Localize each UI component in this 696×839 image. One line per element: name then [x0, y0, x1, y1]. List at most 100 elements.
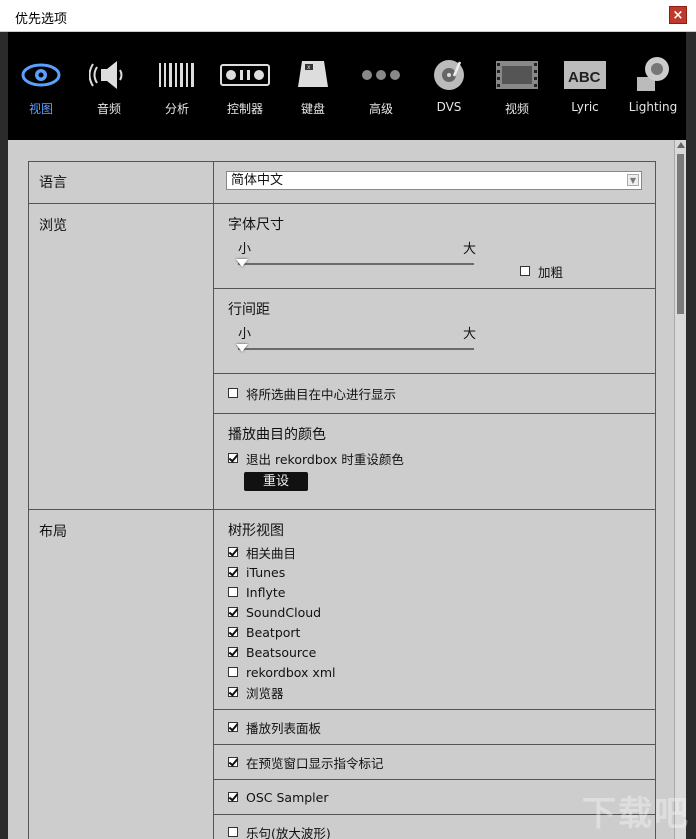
slider-min-label: 小 — [238, 327, 252, 342]
checkbox-label: 播放列表面板 — [246, 720, 322, 736]
line-spacing-slider[interactable] — [228, 341, 478, 357]
checkbox-box[interactable] — [228, 722, 238, 732]
line-spacing-group: 行间距 小 大 — [214, 289, 655, 374]
checkbox-label: 乐句(放大波形) — [246, 825, 331, 839]
checkbox-box[interactable] — [228, 647, 238, 657]
bold-checkbox[interactable]: 加粗 — [520, 261, 563, 281]
tree-item-checkbox[interactable]: Beatport — [228, 622, 641, 642]
tree-view-title: 树形视图 — [228, 523, 284, 539]
checkbox-box[interactable] — [228, 587, 238, 597]
tree-item-checkbox[interactable]: Inflyte — [228, 582, 641, 602]
checkbox-box[interactable] — [228, 827, 238, 837]
slider-knob[interactable] — [236, 344, 248, 352]
tab-view[interactable]: 视图 — [8, 50, 74, 138]
checkbox-label: Inflyte — [246, 584, 286, 600]
playlist-panel-group: 播放列表面板 — [214, 710, 655, 745]
slider-max-label: 大 — [463, 327, 477, 342]
checkbox-box[interactable] — [228, 757, 238, 767]
checkbox-box[interactable] — [228, 667, 238, 677]
controller-icon — [212, 50, 278, 100]
language-select[interactable]: 简体中文 ▼ — [226, 171, 642, 190]
lighting-icon — [620, 50, 686, 100]
title-bar: 优先选项 × — [0, 0, 696, 32]
tab-label: DVS — [436, 100, 462, 114]
playlist-panel-checkbox[interactable]: 播放列表面板 — [228, 717, 641, 737]
scroll-up-icon[interactable] — [677, 142, 685, 148]
section-browse: 浏览 字体尺寸 小 大 加粗 行间距 小 大 将所选曲目在中心进行显示 播放曲目… — [29, 204, 655, 510]
checkbox-label: 在预览窗口显示指令标记 — [246, 755, 384, 771]
reset-button[interactable]: 重设 — [244, 472, 308, 491]
tab-analysis[interactable]: 分析 — [144, 50, 210, 138]
play-color-group: 播放曲目的颜色 退出 rekordbox 时重设颜色 重设 — [214, 414, 655, 509]
checkbox-box[interactable] — [228, 792, 238, 802]
svg-text:x: x — [307, 64, 311, 71]
tab-label: Lyric — [571, 100, 599, 114]
slider-knob[interactable] — [236, 259, 248, 267]
font-size-slider[interactable] — [228, 256, 478, 272]
tab-label: 音频 — [96, 102, 121, 116]
checkbox-label: SoundCloud — [246, 604, 322, 620]
tree-item-checkbox[interactable]: 相关曲目 — [228, 542, 641, 562]
checkbox-box[interactable] — [228, 607, 238, 617]
checkbox-label: 退出 rekordbox 时重设颜色 — [246, 451, 404, 467]
tree-item-checkbox[interactable]: rekordbox xml — [228, 662, 641, 682]
window-title: 优先选项 — [15, 12, 68, 27]
category-label: 浏览 — [29, 204, 214, 509]
reset-on-exit-checkbox[interactable]: 退出 rekordbox 时重设颜色 — [228, 448, 641, 468]
preferences-toolbar: 视图 音频 分析 控制器 x 键盘 高级 DVS 视频 ABC Lyric Li… — [8, 32, 686, 140]
background-window-right — [686, 32, 696, 839]
film-icon — [484, 50, 550, 100]
tab-label: 高级 — [368, 102, 393, 116]
cue-marks-checkbox[interactable]: 在预览窗口显示指令标记 — [228, 752, 641, 772]
checkbox-label: rekordbox xml — [246, 664, 336, 680]
checkbox-box[interactable] — [228, 547, 238, 557]
tab-label: 视频 — [504, 102, 529, 116]
center-display-checkbox[interactable]: 将所选曲目在中心进行显示 — [228, 383, 641, 403]
tab-dvs[interactable]: DVS — [416, 50, 482, 138]
checkbox-box[interactable] — [228, 453, 238, 463]
watermark-logo: 下载吧 — [582, 794, 690, 834]
tree-item-checkbox[interactable]: 浏览器 — [228, 682, 641, 702]
checkbox-box[interactable] — [228, 567, 238, 577]
scrollbar-thumb[interactable] — [677, 154, 684, 314]
osc-sampler-checkbox[interactable]: OSC Sampler — [228, 787, 641, 807]
tab-label: 分析 — [164, 102, 189, 116]
center-display-group: 将所选曲目在中心进行显示 — [214, 374, 655, 414]
tab-keyboard[interactable]: x 键盘 — [280, 50, 346, 138]
tab-controller[interactable]: 控制器 — [212, 50, 278, 138]
turntable-icon — [416, 50, 482, 100]
language-value: 简体中文 — [231, 173, 284, 188]
tree-item-checkbox[interactable]: Beatsource — [228, 642, 641, 662]
eye-icon — [8, 50, 74, 100]
checkbox-box[interactable] — [228, 388, 238, 398]
tab-audio[interactable]: 音频 — [76, 50, 142, 138]
tab-label: Lighting — [628, 100, 678, 114]
section-language: 语言 简体中文 ▼ — [29, 162, 655, 204]
tab-lyric[interactable]: ABC Lyric — [552, 50, 618, 138]
cue-marks-group: 在预览窗口显示指令标记 — [214, 745, 655, 780]
close-button[interactable]: × — [669, 6, 687, 24]
line-spacing-title: 行间距 — [228, 302, 270, 318]
tree-item-checkbox[interactable]: iTunes — [228, 562, 641, 582]
checkbox-label: Beatport — [246, 624, 301, 640]
more-dots-icon — [348, 50, 414, 100]
vertical-scrollbar[interactable] — [674, 140, 686, 839]
tab-label: 控制器 — [226, 102, 263, 116]
tree-item-checkbox[interactable]: SoundCloud — [228, 602, 641, 622]
tab-label: 视图 — [28, 102, 53, 116]
checkbox-box[interactable] — [520, 266, 530, 276]
phrase-checkbox[interactable]: 乐句(放大波形) — [228, 822, 641, 839]
tree-view-group: 树形视图 相关曲目 iTunes Inflyte SoundCloud Beatport… — [214, 510, 655, 710]
category-label: 布局 — [29, 510, 214, 839]
tab-lighting[interactable]: Lighting — [620, 50, 686, 138]
chevron-down-icon: ▼ — [627, 174, 639, 186]
checkbox-label: OSC Sampler — [246, 789, 329, 805]
tab-video[interactable]: 视频 — [484, 50, 550, 138]
abc-lyric-icon: ABC — [552, 50, 618, 100]
checkbox-label: 加粗 — [538, 264, 564, 280]
tab-advanced[interactable]: 高级 — [348, 50, 414, 138]
preferences-panel: 语言 简体中文 ▼ 浏览 字体尺寸 小 大 加粗 行间距 小 大 将所选曲目在中… — [8, 140, 686, 839]
checkbox-box[interactable] — [228, 687, 238, 697]
checkbox-box[interactable] — [228, 627, 238, 637]
category-label: 语言 — [29, 162, 214, 203]
